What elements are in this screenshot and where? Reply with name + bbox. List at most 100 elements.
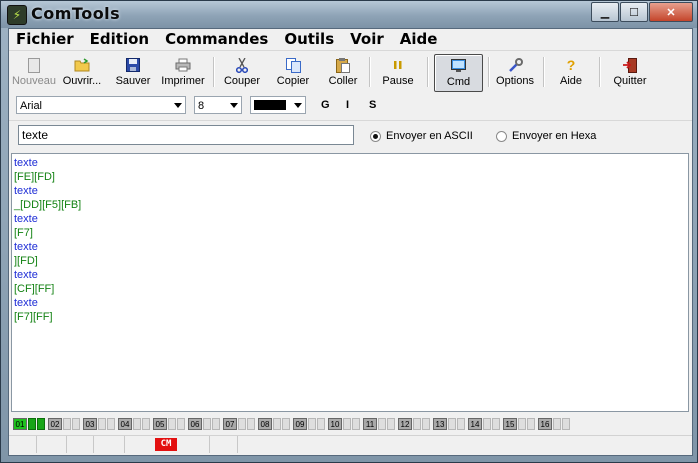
paste-button[interactable]: Coller: [324, 54, 362, 90]
status-pane: [37, 436, 67, 453]
minimize-button[interactable]: ▁: [591, 2, 619, 22]
send-hexa-radio[interactable]: Envoyer en Hexa: [496, 130, 596, 142]
cmd-button[interactable]: Cmd: [434, 54, 483, 92]
channel-12[interactable]: 12: [398, 418, 430, 432]
status-pane: [9, 436, 37, 453]
app-logo-icon: ⚡: [7, 5, 27, 25]
menu-bar: Fichier Edition Commandes Outils Voir Ai…: [9, 29, 692, 49]
pause-icon: [390, 57, 406, 73]
channel-number: 16: [538, 418, 552, 430]
channel-number: 06: [188, 418, 202, 430]
italic-button[interactable]: I: [346, 99, 349, 111]
paste-button-label: Coller: [328, 75, 358, 87]
menu-voir[interactable]: Voir: [343, 29, 393, 49]
font-color-select[interactable]: [250, 96, 306, 114]
underline-button[interactable]: S: [369, 99, 376, 111]
maximize-button[interactable]: ☐: [620, 2, 648, 22]
scissors-icon: [234, 57, 250, 73]
channel-01[interactable]: 01: [13, 418, 45, 432]
channel-07[interactable]: 07: [223, 418, 255, 432]
channel-number: 05: [153, 418, 167, 430]
font-size-value: 8: [198, 100, 205, 112]
open-folder-icon: [74, 57, 90, 73]
channel-led: [413, 418, 421, 430]
copy-button[interactable]: Copier: [273, 54, 313, 90]
terminal-line: texte: [14, 185, 38, 197]
channel-led: [422, 418, 430, 430]
menu-aide[interactable]: Aide: [393, 29, 447, 49]
channel-09[interactable]: 09: [293, 418, 325, 432]
terminal-output[interactable]: texte [FE][FD] texte _[DD][F5][FB] texte…: [11, 153, 689, 412]
cut-button-label: Couper: [223, 75, 261, 87]
help-button[interactable]: ? Aide: [552, 54, 590, 90]
channel-led: [483, 418, 491, 430]
channel-14[interactable]: 14: [468, 418, 500, 432]
title-bar[interactable]: ⚡ ComTools ▁ ☐ ✕: [1, 1, 697, 28]
channel-led: [177, 418, 185, 430]
font-family-select[interactable]: Arial: [16, 96, 186, 114]
channel-led: [28, 418, 36, 430]
send-bar: Envoyer en ASCII Envoyer en Hexa: [9, 120, 692, 151]
channel-led: [457, 418, 465, 430]
status-pane: [67, 436, 94, 453]
menu-edition[interactable]: Edition: [83, 29, 158, 49]
channel-05[interactable]: 05: [153, 418, 185, 432]
channel-08[interactable]: 08: [258, 418, 290, 432]
printer-icon: [175, 57, 191, 73]
channel-number: 04: [118, 418, 132, 430]
save-disk-icon: [125, 57, 141, 73]
channel-led: [352, 418, 360, 430]
close-button[interactable]: ✕: [649, 2, 693, 22]
cmd-button-label: Cmd: [446, 76, 471, 88]
channel-10[interactable]: 10: [328, 418, 360, 432]
print-button[interactable]: Imprimer: [160, 54, 206, 90]
quit-button[interactable]: Quitter: [609, 54, 651, 90]
channel-led: [448, 418, 456, 430]
channel-06[interactable]: 06: [188, 418, 220, 432]
channel-number: 07: [223, 418, 237, 430]
channel-15[interactable]: 15: [503, 418, 535, 432]
cut-button[interactable]: Couper: [222, 54, 262, 90]
save-button[interactable]: Sauver: [113, 54, 153, 90]
terminal-line: [F7]: [14, 227, 33, 239]
channel-led: [282, 418, 290, 430]
channel-leds: 01 02 03 04 05 06 07 08 09 10 11 12 13 1…: [13, 418, 573, 432]
channel-led: [562, 418, 570, 430]
pause-button[interactable]: Pause: [378, 54, 418, 90]
terminal-line: [FE][FD]: [14, 171, 55, 183]
pause-button-label: Pause: [382, 75, 414, 87]
menu-fichier[interactable]: Fichier: [9, 29, 83, 49]
close-icon: ✕: [666, 6, 676, 19]
channel-02[interactable]: 02: [48, 418, 80, 432]
channel-led: [518, 418, 526, 430]
channel-16[interactable]: 16: [538, 418, 570, 432]
menu-commandes[interactable]: Commandes: [158, 29, 277, 49]
channel-led: [98, 418, 106, 430]
save-button-label: Sauver: [115, 75, 151, 87]
status-pane: [238, 436, 692, 453]
channel-11[interactable]: 11: [363, 418, 395, 432]
bold-button[interactable]: G: [321, 99, 330, 111]
channel-13[interactable]: 13: [433, 418, 465, 432]
send-input[interactable]: [18, 125, 354, 145]
format-bar: Arial 8 G I S: [9, 93, 692, 119]
toolbar-separator: [369, 57, 371, 87]
channel-03[interactable]: 03: [83, 418, 115, 432]
send-ascii-label: Envoyer en ASCII: [386, 130, 473, 142]
channel-04[interactable]: 04: [118, 418, 150, 432]
channel-led: [238, 418, 246, 430]
channel-led: [308, 418, 316, 430]
channel-number: 14: [468, 418, 482, 430]
open-button[interactable]: Ouvrir...: [60, 54, 104, 90]
channel-number: 15: [503, 418, 517, 430]
channel-led: [273, 418, 281, 430]
font-size-select[interactable]: 8: [194, 96, 242, 114]
new-button[interactable]: Nouveau: [12, 54, 56, 90]
channel-led: [133, 418, 141, 430]
options-button[interactable]: Options: [495, 54, 535, 90]
help-question-icon: ?: [566, 57, 576, 73]
channel-led: [527, 418, 535, 430]
send-ascii-radio[interactable]: Envoyer en ASCII: [370, 130, 473, 142]
monitor-icon: [451, 58, 467, 74]
menu-outils[interactable]: Outils: [277, 29, 343, 49]
